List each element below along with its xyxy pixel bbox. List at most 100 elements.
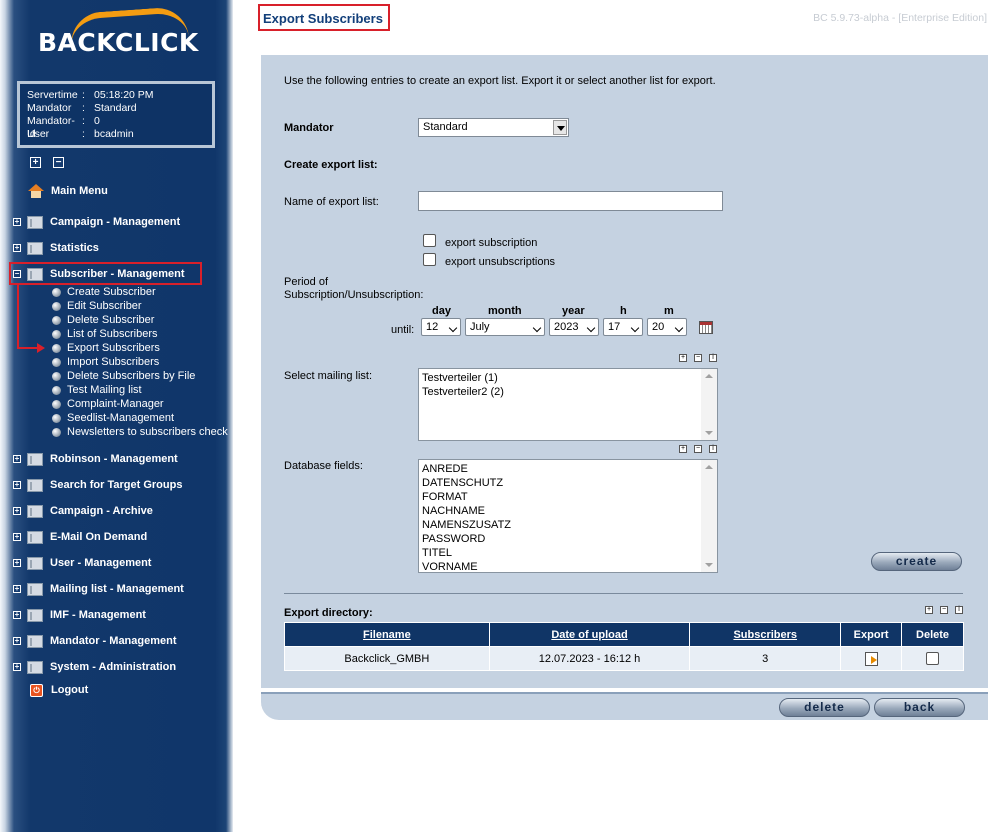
nav-user-management[interactable]: + User - Management <box>13 555 151 571</box>
sub-item-list-of-subscribers[interactable]: List of Subscribers <box>52 327 157 341</box>
nav-system-administration[interactable]: + System - Administration <box>13 659 176 675</box>
info-row: Servertime:05:18:20 PM <box>27 89 212 102</box>
expand-icon[interactable]: + <box>13 507 21 515</box>
year-select[interactable]: 2023 <box>549 318 599 336</box>
info-key: Mandator <box>27 102 72 114</box>
nav-logout[interactable]: ⏻ Logout <box>30 682 88 698</box>
nav-imf-management[interactable]: + IMF - Management <box>13 607 146 623</box>
nav-statistics[interactable]: + Statistics <box>13 240 99 256</box>
expand-icon[interactable]: + <box>13 663 21 671</box>
list-item[interactable]: DATENSCHUTZ <box>422 476 717 490</box>
folder-icon <box>27 241 43 255</box>
expand-icon[interactable]: + <box>13 455 21 463</box>
expand-icon[interactable]: + <box>13 585 21 593</box>
folder-icon <box>27 215 43 229</box>
list-item[interactable]: Testverteiler (1) <box>422 371 717 385</box>
sub-item-create-subscriber[interactable]: Create Subscriber <box>52 285 156 299</box>
sub-item-edit-subscriber[interactable]: Edit Subscriber <box>52 299 142 313</box>
sub-item-import-subscribers[interactable]: Import Subscribers <box>52 355 159 369</box>
info-icon[interactable]: i <box>955 606 963 614</box>
scrollbar[interactable] <box>701 369 717 440</box>
info-icon[interactable]: i <box>709 354 717 362</box>
deselect-all-icon[interactable]: − <box>940 606 948 614</box>
bullet-icon <box>52 385 61 395</box>
expand-icon[interactable]: + <box>13 559 21 567</box>
mandator-label: Mandator <box>284 122 334 134</box>
divider <box>284 593 963 594</box>
expand-icon[interactable]: + <box>13 637 21 645</box>
select-all-icon[interactable]: + <box>925 606 933 614</box>
export-name-input[interactable] <box>418 191 723 211</box>
list-item[interactable]: NAMENSZUSATZ <box>422 518 717 532</box>
db-fields-listbox[interactable]: ANREDE DATENSCHUTZ FORMAT NACHNAME NAMEN… <box>418 459 718 573</box>
export-subscription-label: export subscription <box>445 237 538 249</box>
sub-item-export-subscribers[interactable]: Export Subscribers <box>52 341 160 355</box>
cell-export <box>840 646 903 671</box>
sub-item-seedlist-management[interactable]: Seedlist-Management <box>52 411 174 425</box>
delete-button[interactable]: delete <box>779 698 870 717</box>
deselect-all-icon[interactable]: − <box>694 445 702 453</box>
nav-mandator-management[interactable]: + Mandator - Management <box>13 633 177 649</box>
nav-main-menu[interactable]: Main Menu <box>28 183 108 199</box>
sub-item-delete-by-file[interactable]: Delete Subscribers by File <box>52 369 195 383</box>
expand-icon[interactable]: + <box>13 218 21 226</box>
info-icon[interactable]: i <box>709 445 717 453</box>
column-export: Export <box>840 622 903 647</box>
list-item[interactable]: TITEL <box>422 546 717 560</box>
home-icon <box>28 184 44 198</box>
nav-robinson-management[interactable]: + Robinson - Management <box>13 451 178 467</box>
period-label-line1: Period of <box>284 276 329 288</box>
hour-select[interactable]: 17 <box>603 318 643 336</box>
month-select[interactable]: July <box>465 318 545 336</box>
nav-campaign-management[interactable]: + Campaign - Management <box>13 214 180 230</box>
nav-search-target-groups[interactable]: + Search for Target Groups <box>13 477 182 493</box>
info-row: Mandator: Standard <box>27 102 212 115</box>
folder-icon <box>27 582 43 596</box>
column-date-of-upload[interactable]: Date of upload <box>488 622 691 647</box>
expand-icon[interactable]: + <box>13 481 21 489</box>
delete-row-checkbox[interactable] <box>926 652 940 665</box>
folder-icon <box>27 556 43 570</box>
nav-mailing-list-management[interactable]: + Mailing list - Management <box>13 581 184 597</box>
back-button[interactable]: back <box>874 698 965 717</box>
bullet-icon <box>52 287 61 297</box>
expand-icon[interactable]: + <box>13 533 21 541</box>
export-unsubscription-checkbox[interactable] <box>423 253 436 266</box>
select-all-icon[interactable]: + <box>679 445 687 453</box>
table-header-row: Filename Date of upload Subscribers Expo… <box>284 622 964 647</box>
nav-campaign-archive[interactable]: + Campaign - Archive <box>13 503 153 519</box>
deselect-all-icon[interactable]: − <box>694 354 702 362</box>
db-fields-controls: + − i <box>679 445 717 453</box>
select-all-icon[interactable]: + <box>679 354 687 362</box>
expand-all-icon[interactable]: + <box>30 157 41 168</box>
sub-item-complaint-manager[interactable]: Complaint-Manager <box>52 397 164 411</box>
export-name-label: Name of export list: <box>284 196 379 208</box>
expand-icon[interactable]: + <box>13 611 21 619</box>
column-subscribers[interactable]: Subscribers <box>689 622 842 647</box>
export-subscription-checkbox[interactable] <box>423 234 436 247</box>
export-file-icon[interactable] <box>864 651 878 666</box>
scrollbar[interactable] <box>701 460 717 572</box>
list-item[interactable]: FORMAT <box>422 490 717 504</box>
column-filename[interactable]: Filename <box>284 622 490 647</box>
dropdown-arrow-icon[interactable] <box>553 120 567 135</box>
minute-select[interactable]: 20 <box>647 318 687 336</box>
cell-date: 12.07.2023 - 16:12 h <box>488 646 691 671</box>
collapse-all-icon[interactable]: − <box>53 157 64 168</box>
mandator-select[interactable]: Standard <box>418 118 569 137</box>
list-item[interactable]: VORNAME <box>422 560 717 574</box>
list-item[interactable]: ANREDE <box>422 462 717 476</box>
list-item[interactable]: PASSWORD <box>422 532 717 546</box>
expand-icon[interactable]: + <box>13 244 21 252</box>
mailing-list-listbox[interactable]: Testverteiler (1) Testverteiler2 (2) <box>418 368 718 441</box>
sub-item-test-mailing-list[interactable]: Test Mailing list <box>52 383 142 397</box>
list-item[interactable]: NACHNAME <box>422 504 717 518</box>
calendar-icon[interactable] <box>699 321 713 334</box>
info-value: Standard <box>94 102 137 114</box>
sub-item-delete-subscriber[interactable]: Delete Subscriber <box>52 313 154 327</box>
sub-item-newsletters-check[interactable]: Newsletters to subscribers check <box>52 425 228 439</box>
list-item[interactable]: Testverteiler2 (2) <box>422 385 717 399</box>
nav-email-on-demand[interactable]: + E-Mail On Demand <box>13 529 147 545</box>
create-button[interactable]: create <box>871 552 962 571</box>
day-select[interactable]: 12 <box>421 318 461 336</box>
